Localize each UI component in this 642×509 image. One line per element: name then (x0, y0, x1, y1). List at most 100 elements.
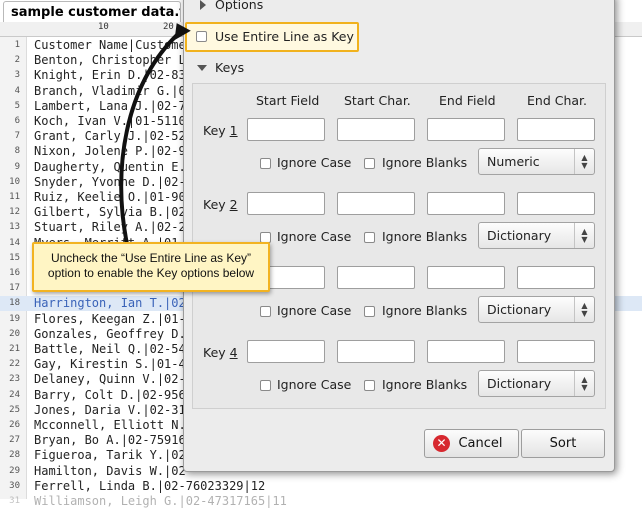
start-field-input[interactable] (247, 192, 325, 215)
line-number: 8 (14, 146, 20, 157)
end-char-input[interactable] (517, 118, 595, 141)
callout-line-1: Uncheck the “Use Entire Line as Key” (50, 251, 252, 265)
cancel-button[interactable]: ✕ Cancel (424, 429, 519, 458)
line-number: 7 (14, 131, 20, 142)
sort-type-value: Dictionary (487, 302, 552, 317)
cancel-icon: ✕ (433, 435, 450, 452)
use-entire-line-checkbox[interactable] (196, 31, 207, 42)
ignore-blanks-label[interactable]: Ignore Blanks (382, 377, 467, 392)
editor-line[interactable]: 31 Williamson, Leigh G.|02-47317165|11 (0, 494, 642, 509)
line-text: Lambert, Lana J.|02-7 (34, 98, 186, 113)
keys-section-label[interactable]: Keys (215, 60, 244, 75)
line-number: 1 (14, 40, 20, 50)
line-text: Koch, Ivan V.|01-5110 (34, 114, 186, 128)
help-callout: Uncheck the “Use Entire Line as Key” opt… (32, 242, 270, 292)
line-number: 30 (9, 480, 20, 491)
key-label: Key 1 (203, 123, 238, 138)
use-entire-line-label[interactable]: Use Entire Line as Key (215, 29, 354, 44)
line-text: Knight, Erin D.|02-83 (34, 68, 186, 83)
line-text: Daugherty, Quentin E. (34, 159, 186, 174)
start-field-input[interactable] (247, 118, 325, 141)
line-number: 28 (9, 450, 20, 461)
ignore-case-label[interactable]: Ignore Case (277, 229, 351, 244)
line-number: 21 (9, 344, 20, 354)
end-field-input[interactable] (427, 118, 505, 141)
line-number: 27 (9, 435, 20, 446)
line-number: 10 (9, 176, 20, 187)
line-number: 25 (9, 404, 20, 415)
ignore-blanks-label[interactable]: Ignore Blanks (382, 229, 467, 244)
line-text: Figueroa, Tarik Y.|02 (34, 448, 186, 463)
sort-button[interactable]: Sort (521, 429, 605, 458)
line-text: Mcconnell, Elliott N. (34, 418, 186, 432)
key-label-number: 1 (229, 123, 238, 138)
line-text: Delaney, Quinn V.|02- (34, 372, 186, 387)
options-section-label[interactable]: Options (215, 0, 263, 12)
editor-line[interactable]: 30 Ferrell, Linda B.|02-76023329|12 (0, 479, 642, 494)
sort-type-select[interactable]: Dictionary ▲ ▼ (478, 370, 595, 397)
ruler-mark: 20 (163, 22, 174, 32)
line-number: 20 (9, 328, 20, 339)
ignore-blanks-checkbox[interactable] (364, 158, 375, 169)
ignore-case-checkbox[interactable] (260, 306, 271, 317)
line-number: 12 (9, 207, 20, 218)
line-number: 16 (9, 268, 20, 278)
line-text: Barry, Colt D.|02-956 (34, 387, 186, 402)
expand-arrow-icon[interactable] (200, 0, 206, 10)
line-number: 26 (9, 420, 20, 430)
end-char-input[interactable] (517, 340, 595, 363)
ignore-blanks-checkbox[interactable] (364, 380, 375, 391)
line-text: Bryan, Bo A.|02-75916 (34, 433, 186, 448)
line-number: 22 (9, 359, 20, 370)
sort-type-select[interactable]: Dictionary ▲ ▼ (478, 222, 595, 249)
end-field-input[interactable] (427, 192, 505, 215)
ignore-case-label[interactable]: Ignore Case (277, 377, 351, 392)
line-number: 19 (9, 313, 20, 324)
updown-arrows-icon: ▲ ▼ (574, 297, 594, 322)
line-number: 31 (9, 496, 20, 506)
sort-type-value: Dictionary (487, 228, 552, 243)
key-label-number: 2 (229, 197, 238, 212)
end-field-input[interactable] (427, 340, 505, 363)
line-number: 15 (9, 252, 20, 263)
line-text: Gonzales, Geoffrey D. (34, 326, 186, 341)
line-number: 2 (14, 55, 20, 66)
line-number: 3 (14, 70, 20, 81)
ignore-blanks-label[interactable]: Ignore Blanks (382, 155, 467, 170)
start-char-input[interactable] (337, 266, 415, 289)
line-number: 14 (9, 237, 20, 248)
ignore-blanks-checkbox[interactable] (364, 232, 375, 243)
start-char-input[interactable] (337, 118, 415, 141)
sort-dialog: Options Use Entire Line as Key Keys Star… (183, 0, 615, 472)
line-number: 17 (9, 283, 20, 294)
start-char-input[interactable] (337, 340, 415, 363)
line-number: 24 (9, 389, 20, 400)
ignore-case-checkbox[interactable] (260, 380, 271, 391)
start-char-input[interactable] (337, 192, 415, 215)
collapse-arrow-icon[interactable] (197, 65, 207, 71)
editor-tab[interactable]: sample customer data.txt (3, 1, 181, 22)
sort-type-select[interactable]: Numeric ▲ ▼ (478, 148, 595, 175)
updown-arrows-icon: ▲ ▼ (574, 223, 594, 248)
updown-arrows-icon: ▲ ▼ (574, 371, 594, 396)
col-start-char: Start Char. (344, 93, 411, 108)
line-text: Branch, Vladimir G.|02 (34, 83, 193, 98)
sort-type-select[interactable]: Dictionary ▲ ▼ (478, 296, 595, 323)
ignore-blanks-checkbox[interactable] (364, 306, 375, 317)
end-field-input[interactable] (427, 266, 505, 289)
end-char-input[interactable] (517, 266, 595, 289)
start-field-input[interactable] (247, 340, 325, 363)
ignore-blanks-label[interactable]: Ignore Blanks (382, 303, 467, 318)
ignore-case-checkbox[interactable] (260, 158, 271, 169)
end-char-input[interactable] (517, 192, 595, 215)
ignore-case-label[interactable]: Ignore Case (277, 303, 351, 318)
ignore-case-label[interactable]: Ignore Case (277, 155, 351, 170)
line-text: Nixon, Jolene P.|02-9 (34, 144, 186, 159)
col-end-char: End Char. (527, 93, 588, 108)
line-number: 13 (9, 222, 20, 233)
key-label: Key 4 (203, 345, 238, 360)
line-text: Flores, Keegan Z.|01- (34, 311, 186, 326)
line-text: Battle, Neil Q.|02-54 (34, 342, 186, 356)
key-label-text: Key (203, 197, 230, 212)
line-text: Gilbert, Sylvia B.|02 (34, 205, 186, 220)
